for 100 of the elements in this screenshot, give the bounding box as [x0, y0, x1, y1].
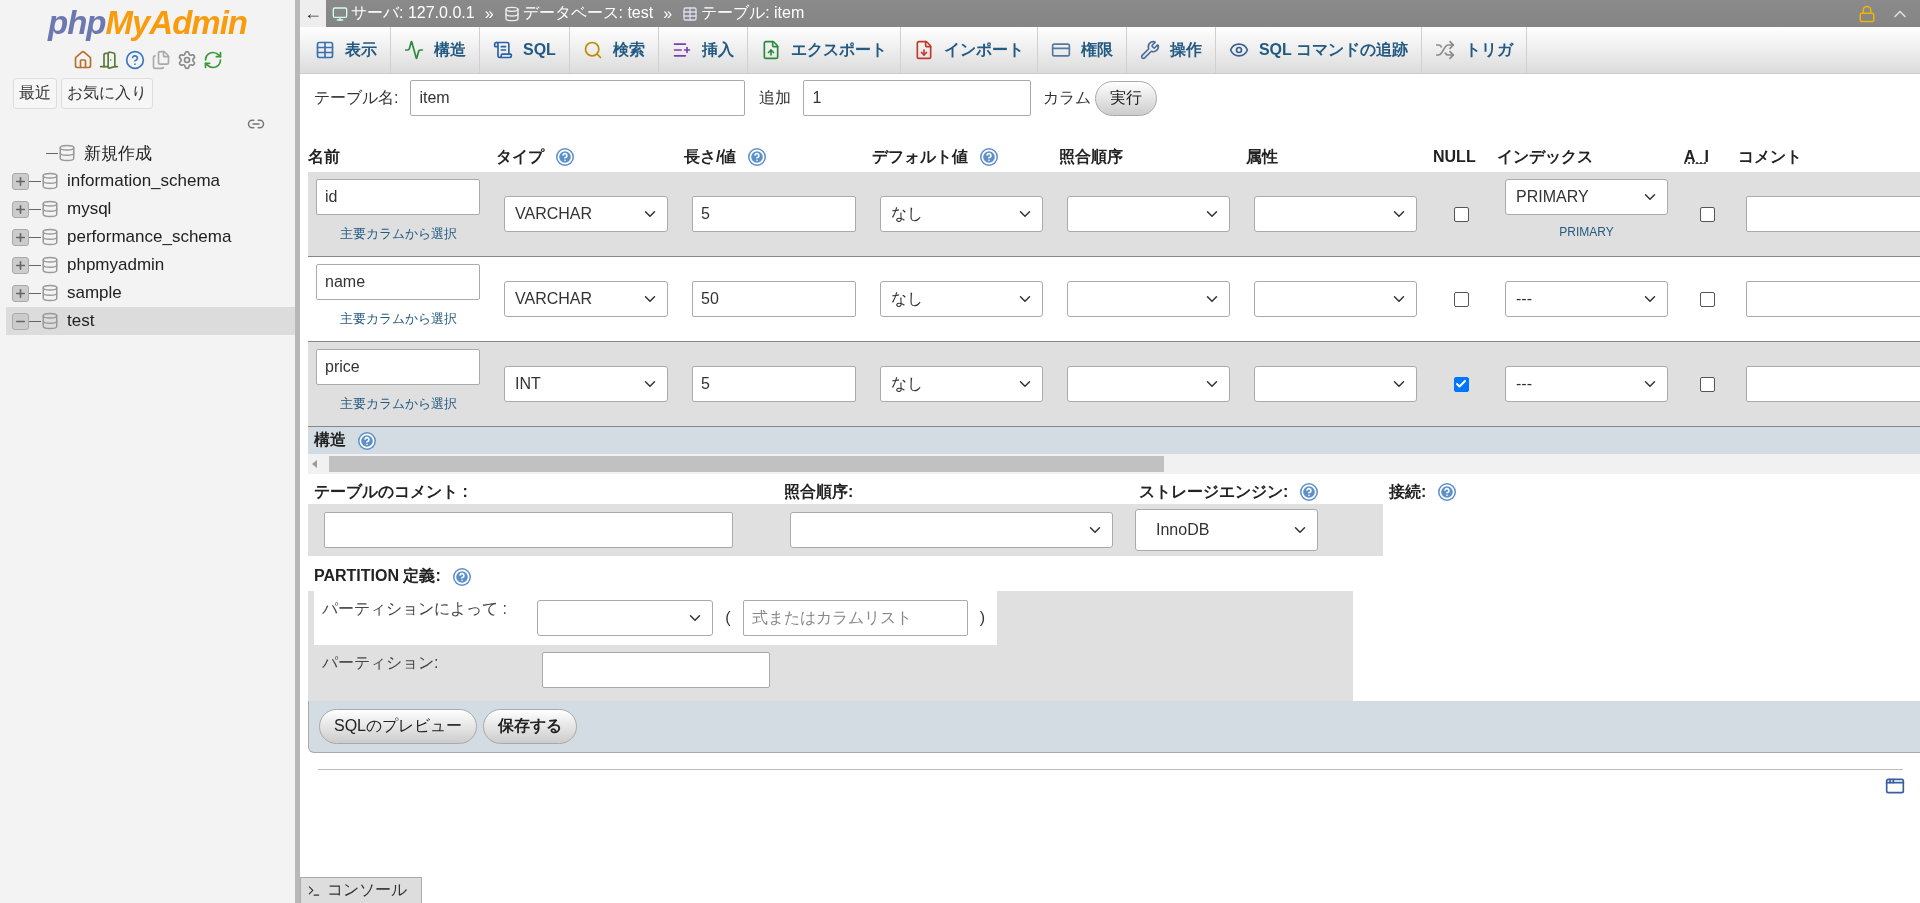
- breadcrumb-link[interactable]: データベース: test: [522, 3, 654, 24]
- input-field[interactable]: [1746, 196, 1920, 232]
- input-field[interactable]: 50: [692, 281, 856, 317]
- input-field[interactable]: id: [316, 179, 480, 215]
- dropdown[interactable]: なし: [880, 281, 1043, 317]
- breadcrumb-link[interactable]: テーブル: item: [701, 3, 805, 24]
- scroll-icon: [493, 40, 513, 60]
- tab[interactable]: 操作: [1126, 27, 1216, 73]
- input-field[interactable]: [1746, 281, 1920, 317]
- dropdown[interactable]: VARCHAR: [504, 281, 668, 317]
- tab[interactable]: トリガ: [1421, 27, 1527, 73]
- dropdown[interactable]: なし: [880, 366, 1043, 402]
- help-icon[interactable]: [452, 567, 471, 586]
- dropdown[interactable]: [536, 600, 714, 636]
- expand-icon[interactable]: [12, 200, 29, 218]
- monitor-icon: [332, 5, 348, 22]
- dropdown[interactable]: VARCHAR: [504, 196, 668, 232]
- tab[interactable]: SQL コマンドの追跡: [1215, 27, 1422, 73]
- input-field[interactable]: [542, 652, 770, 688]
- dropdown[interactable]: InnoDB: [1135, 509, 1318, 551]
- dropdown[interactable]: [790, 512, 1113, 548]
- database-icon: [41, 172, 59, 190]
- expand-icon[interactable]: [12, 256, 29, 274]
- tree-item[interactable]: test: [6, 307, 295, 335]
- console-tab[interactable]: コンソール: [300, 877, 422, 903]
- sidebar-button[interactable]: お気に入り: [61, 78, 153, 109]
- home-icon[interactable]: [72, 50, 93, 70]
- dropdown[interactable]: [1067, 281, 1230, 317]
- input-field[interactable]: item: [410, 80, 746, 116]
- tree-item[interactable]: performance_schema: [6, 223, 295, 251]
- link[interactable]: 主要カラムから選択: [339, 225, 457, 243]
- input-field[interactable]: [324, 512, 733, 548]
- checkbox[interactable]: [1453, 206, 1469, 222]
- dropdown[interactable]: [1254, 281, 1417, 317]
- window-icon[interactable]: [1885, 776, 1905, 796]
- column-header: インデックス: [1497, 146, 1593, 167]
- tab[interactable]: 挿入: [658, 27, 748, 73]
- tree-item[interactable]: mysql: [6, 195, 295, 223]
- action-button[interactable]: SQLのプレビュー: [319, 709, 477, 744]
- dropdown[interactable]: [1067, 366, 1230, 402]
- tab[interactable]: 表示: [302, 27, 391, 73]
- tab[interactable]: 権限: [1037, 27, 1127, 73]
- tab[interactable]: インポート: [900, 27, 1038, 73]
- help-icon[interactable]: [1438, 483, 1457, 501]
- dropdown[interactable]: INT: [504, 366, 668, 402]
- dropdown[interactable]: ---: [1505, 366, 1668, 402]
- help-icon[interactable]: [748, 148, 767, 166]
- list-plus-icon: [671, 40, 692, 60]
- checkbox[interactable]: [1453, 376, 1469, 392]
- checkbox[interactable]: [1453, 291, 1469, 307]
- dropdown[interactable]: [1067, 196, 1230, 232]
- documents-icon[interactable]: [150, 50, 171, 70]
- expand-icon[interactable]: [12, 284, 29, 302]
- input-field[interactable]: [1746, 366, 1920, 402]
- link[interactable]: 主要カラムから選択: [339, 310, 457, 328]
- checkbox[interactable]: [1699, 291, 1715, 307]
- tab[interactable]: 構造: [391, 27, 480, 73]
- link[interactable]: 主要カラムから選択: [339, 395, 457, 413]
- lock-icon[interactable]: [1858, 4, 1876, 23]
- scrollbar[interactable]: [308, 454, 1920, 474]
- tree-item[interactable]: sample: [6, 279, 295, 307]
- expand-icon[interactable]: [12, 228, 29, 246]
- input-field[interactable]: 式またはカラムリスト: [742, 600, 968, 636]
- dropdown[interactable]: なし: [880, 196, 1043, 232]
- input-field[interactable]: name: [316, 264, 480, 300]
- field-label: 照合順序:: [784, 481, 854, 502]
- input-field[interactable]: 1: [803, 80, 1032, 116]
- reload-icon[interactable]: [202, 50, 223, 70]
- breadcrumb-link[interactable]: サーバ: 127.0.0.1: [351, 3, 475, 24]
- settings-icon[interactable]: [176, 50, 197, 70]
- checkbox[interactable]: [1699, 376, 1715, 392]
- door-icon[interactable]: [98, 50, 119, 70]
- tree-item[interactable]: information_schema: [6, 167, 295, 195]
- help-icon[interactable]: [1300, 483, 1319, 501]
- tab[interactable]: エクスポート: [747, 27, 901, 73]
- tree-item[interactable]: 新規作成: [84, 141, 152, 165]
- input-field[interactable]: 5: [692, 366, 856, 402]
- checkbox[interactable]: [1699, 206, 1715, 222]
- input-field[interactable]: 5: [692, 196, 856, 232]
- input-field[interactable]: price: [316, 349, 480, 385]
- tab[interactable]: 検索: [569, 27, 659, 73]
- help-icon[interactable]: [124, 50, 145, 70]
- card-icon: [1050, 40, 1071, 60]
- collapse-icon[interactable]: [12, 312, 29, 330]
- go-button[interactable]: 実行: [1095, 80, 1158, 116]
- dropdown[interactable]: [1254, 196, 1417, 232]
- dropdown[interactable]: ---: [1505, 281, 1668, 317]
- dropdown[interactable]: [1254, 366, 1417, 402]
- table-icon: [682, 5, 699, 22]
- action-button[interactable]: 保存する: [483, 709, 577, 744]
- help-icon[interactable]: [358, 431, 376, 450]
- column-header: 長さ/値: [684, 146, 737, 167]
- breadcrumb-separator: »: [484, 4, 494, 23]
- column-header: 照合順序: [1059, 146, 1123, 167]
- tree-item[interactable]: phpmyadmin: [6, 251, 295, 279]
- expand-icon[interactable]: [12, 172, 29, 190]
- back-button[interactable]: ←: [300, 0, 326, 27]
- sidebar-button[interactable]: 最近: [13, 78, 57, 109]
- tab[interactable]: SQL: [480, 27, 570, 73]
- dropdown[interactable]: PRIMARY: [1505, 179, 1668, 215]
